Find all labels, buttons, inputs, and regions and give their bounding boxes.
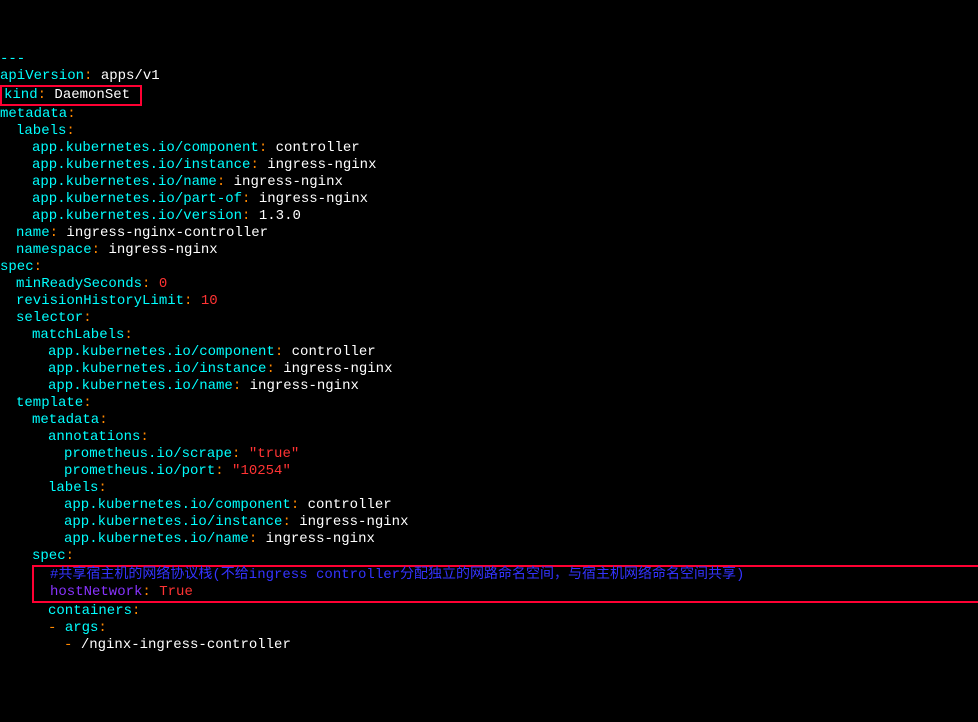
label-val: 1.3.0 <box>259 208 301 224</box>
annotation-val: "true" <box>249 446 299 462</box>
val-namespace: ingress-nginx <box>108 242 217 258</box>
label-key: app.kubernetes.io/component <box>32 140 259 156</box>
annotation-val: "10254" <box>232 463 291 479</box>
key-hostnetwork: hostNetwork <box>50 584 142 600</box>
key-kind: kind <box>4 87 38 103</box>
comment-hostnetwork: #共享宿主机的网络协议栈(不给ingress controller分配独立的网路… <box>50 567 744 583</box>
dash-icon: - <box>64 637 72 653</box>
key-namespace: namespace <box>16 242 92 258</box>
label-key: app.kubernetes.io/part-of <box>32 191 242 207</box>
label-val: ingress-nginx <box>250 378 359 394</box>
label-key: app.kubernetes.io/instance <box>32 157 250 173</box>
label-key: app.kubernetes.io/instance <box>64 514 282 530</box>
arg-value: /nginx-ingress-controller <box>81 637 291 653</box>
label-val: ingress-nginx <box>266 531 375 547</box>
key-metadata: metadata <box>0 106 67 122</box>
key-template: template <box>16 395 83 411</box>
key-podspec: spec <box>32 548 66 564</box>
yaml-document: --- apiVersion: apps/v1 kind: DaemonSet … <box>0 51 978 654</box>
key-apiversion: apiVersion <box>0 68 84 84</box>
label-val: ingress-nginx <box>234 174 343 190</box>
val-revhist: 10 <box>201 293 218 309</box>
label-key: app.kubernetes.io/component <box>64 497 291 513</box>
doc-separator: --- <box>0 51 25 67</box>
dash-icon: - <box>48 620 56 636</box>
label-val: controller <box>292 344 376 360</box>
key-spec: spec <box>0 259 34 275</box>
val-apiversion: apps/v1 <box>101 68 160 84</box>
kind-highlight-box: kind: DaemonSet <box>0 85 142 106</box>
key-tmpl-metadata: metadata <box>32 412 99 428</box>
label-val: ingress-nginx <box>299 514 408 530</box>
label-val: controller <box>308 497 392 513</box>
hostnetwork-highlight-box: #共享宿主机的网络协议栈(不给ingress controller分配独立的网路… <box>32 565 978 603</box>
label-val: ingress-nginx <box>259 191 368 207</box>
key-revhist: revisionHistoryLimit <box>16 293 184 309</box>
label-val: ingress-nginx <box>267 157 376 173</box>
val-kind: DaemonSet <box>54 87 130 103</box>
val-minready: 0 <box>159 276 167 292</box>
key-annotations: annotations <box>48 429 140 445</box>
key-name: name <box>16 225 50 241</box>
val-hostnetwork: True <box>159 584 193 600</box>
key-matchlabels: matchLabels <box>32 327 124 343</box>
annotation-key: prometheus.io/port <box>64 463 215 479</box>
key-labels: labels <box>16 123 66 139</box>
label-key: app.kubernetes.io/instance <box>48 361 266 377</box>
label-key: app.kubernetes.io/version <box>32 208 242 224</box>
label-key: app.kubernetes.io/name <box>64 531 249 547</box>
label-key: app.kubernetes.io/name <box>48 378 233 394</box>
label-key: app.kubernetes.io/component <box>48 344 275 360</box>
key-args: args <box>65 620 99 636</box>
annotation-key: prometheus.io/scrape <box>64 446 232 462</box>
val-name: ingress-nginx-controller <box>66 225 268 241</box>
key-containers: containers <box>48 603 132 619</box>
key-tmpl-labels: labels <box>48 480 98 496</box>
label-val: ingress-nginx <box>283 361 392 377</box>
label-key: app.kubernetes.io/name <box>32 174 217 190</box>
label-val: controller <box>276 140 360 156</box>
key-minready: minReadySeconds <box>16 276 142 292</box>
key-selector: selector <box>16 310 83 326</box>
